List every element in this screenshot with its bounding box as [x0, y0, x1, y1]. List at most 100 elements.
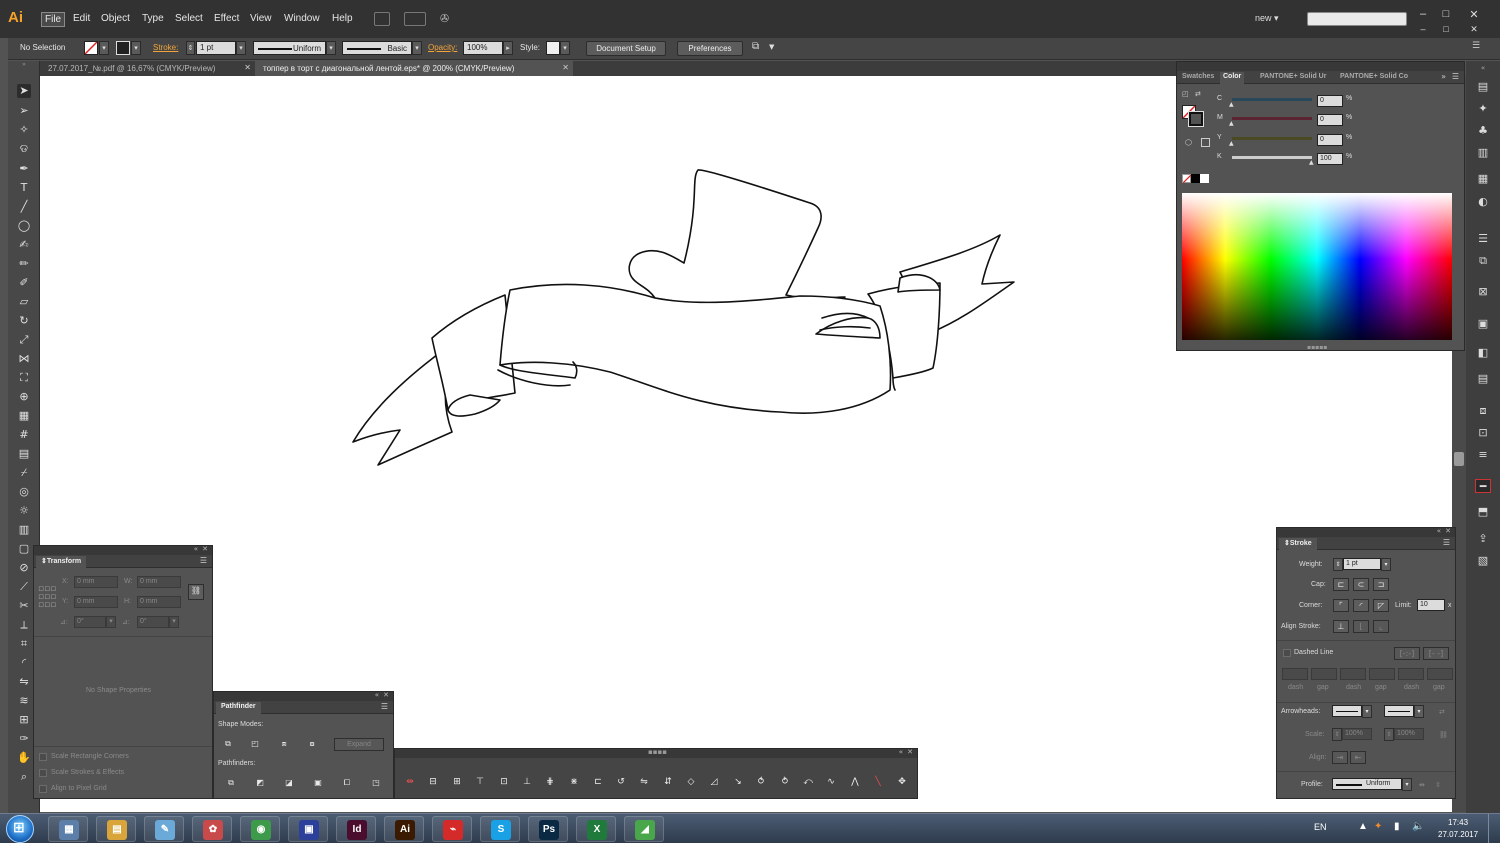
panel-menu-icon[interactable]: ☰	[1472, 41, 1480, 51]
close-icon[interactable]: ✕	[383, 691, 389, 699]
slice-tool-icon[interactable]: ⊘	[17, 561, 31, 575]
panel-menu-icon[interactable]: ☰	[381, 702, 388, 711]
transform-each-icon[interactable]: ⊞	[17, 713, 31, 727]
symbol-sprayer-tool-icon[interactable]: ☼	[17, 504, 31, 518]
dashed-line-checkbox[interactable]	[1283, 649, 1291, 657]
cut-path-icon[interactable]: ⤺	[801, 776, 815, 788]
swap-arrowheads-icon[interactable]: ⇄	[1439, 708, 1445, 716]
weight-dropdown[interactable]: ▾	[1381, 558, 1391, 571]
stroke-panel-icon[interactable]: ━	[1475, 479, 1491, 493]
white-swatch[interactable]	[1200, 174, 1209, 183]
eyedropper-alt-tool-icon[interactable]: ✑	[17, 732, 31, 746]
style-dropdown[interactable]: ▾	[560, 41, 570, 55]
knife-tool-icon[interactable]: ⟋	[17, 580, 31, 594]
miter-join-icon[interactable]: ⌜	[1333, 599, 1349, 612]
scale-end-field[interactable]: 100%	[1394, 728, 1424, 740]
tab-document-pdf[interactable]: 27.07.2017_№.pdf @ 16,67% (CMYK/Preview)…	[40, 61, 255, 76]
close-icon[interactable]: ✕	[907, 748, 913, 756]
limit-field[interactable]: 10	[1417, 599, 1445, 611]
appearance-icon[interactable]: ◧	[1475, 346, 1491, 360]
tab-color[interactable]: Color	[1220, 72, 1245, 84]
doc-close-button[interactable]: ✕	[1464, 24, 1484, 38]
image-trace-icon[interactable]: ⊠	[1475, 285, 1491, 299]
close-button[interactable]: ✕	[1464, 8, 1484, 22]
default-colors-icon[interactable]: ◰	[1182, 90, 1189, 98]
search-input[interactable]	[1307, 12, 1407, 26]
channel-value-field[interactable]: 0	[1317, 95, 1343, 107]
variable-width-profile[interactable]: Uniform	[253, 41, 326, 55]
weight-field[interactable]: 1 pt	[1343, 558, 1381, 570]
language-indicator[interactable]: EN	[1314, 822, 1327, 832]
menu-help[interactable]: Help	[332, 13, 353, 24]
arc-tool-icon[interactable]: ◜	[17, 656, 31, 670]
doc-maximize-button[interactable]: □	[1436, 24, 1456, 38]
tabs-overflow-icon[interactable]: »	[1441, 72, 1446, 81]
taskbar-photoshop[interactable]: Ps	[528, 816, 568, 842]
graphic-styles-icon[interactable]: ▥	[1475, 146, 1491, 160]
fill-swatch[interactable]	[84, 41, 98, 55]
scale-icon[interactable]: ◿	[707, 776, 721, 788]
dock-collapse-icon[interactable]: «	[1475, 61, 1491, 75]
perspective-grid-tool-icon[interactable]: ▦	[17, 409, 31, 423]
vertical-align-top-icon[interactable]: ⊤	[473, 776, 487, 788]
panel-menu-icon[interactable]: ☰	[1443, 538, 1450, 547]
taskbar-excel[interactable]: X	[576, 816, 616, 842]
constrain-proportions-icon[interactable]: ⛓	[188, 584, 204, 600]
menu-type[interactable]: Type	[142, 13, 164, 24]
start-button[interactable]: ⊞	[6, 815, 34, 843]
collapse-icon[interactable]: «	[375, 691, 379, 699]
paintbrush-tool-icon[interactable]: ✍	[17, 238, 31, 252]
shear-dropdown[interactable]: ▾	[169, 616, 179, 628]
free-transform-tool-icon[interactable]: ⛶	[17, 371, 31, 385]
scale-end-stepper[interactable]: ⇕	[1384, 728, 1394, 741]
clock-time[interactable]: 17:43	[1448, 818, 1468, 827]
color-spectrum[interactable]	[1182, 193, 1452, 340]
zoom-tool-icon[interactable]: ⌕	[17, 770, 31, 784]
move-icon[interactable]: ✥	[895, 776, 909, 788]
bevel-join-icon[interactable]: ◸	[1373, 599, 1389, 612]
arrow-tip-beyond-icon[interactable]: ⇥	[1332, 751, 1348, 764]
type-icon[interactable]: ≡	[1475, 448, 1491, 462]
brush-definition[interactable]: Basic	[342, 41, 412, 55]
tab-swatches[interactable]: Swatches	[1179, 72, 1217, 84]
menu-select[interactable]: Select	[175, 13, 203, 24]
reference-point-icon[interactable]: ▫▫▫ ▫▫▫ ▫▫▫	[38, 585, 56, 610]
rotate-field[interactable]: 0°	[74, 616, 106, 628]
flip-across-icon[interactable]: ⇳	[1435, 781, 1441, 789]
align-inside-icon[interactable]: ⌊	[1353, 620, 1369, 633]
simplify-icon[interactable]: ⋀	[848, 776, 862, 788]
transform-again-icon[interactable]: ↘	[731, 776, 745, 788]
menu-file[interactable]: File	[41, 12, 66, 27]
collapse-icon[interactable]: «	[194, 545, 198, 553]
collapse-icon[interactable]: «	[899, 748, 903, 756]
taskbar-explorer[interactable]: ▤	[96, 816, 136, 842]
panel-menu-icon[interactable]: ☰	[1452, 72, 1459, 81]
web-safe-icon[interactable]	[1201, 138, 1210, 147]
black-swatch[interactable]	[1191, 174, 1200, 183]
tray-app-icon[interactable]: ✦	[1374, 821, 1382, 832]
trim-icon[interactable]: ◩	[252, 777, 268, 790]
network-icon[interactable]: ▮	[1394, 821, 1400, 832]
scissors-tool-icon[interactable]: ✂	[17, 599, 31, 613]
rotate-dropdown[interactable]: ▾	[106, 616, 116, 628]
bridge-icon[interactable]	[374, 12, 390, 26]
butt-cap-icon[interactable]: ⊏	[1333, 578, 1349, 591]
horizontal-align-right-icon[interactable]: ⊞	[450, 776, 464, 788]
clock-date[interactable]: 27.07.2017	[1438, 830, 1478, 839]
close-icon[interactable]: ✕	[562, 63, 569, 72]
channel-value-field[interactable]: 100	[1317, 153, 1343, 165]
pixel-grid-checkbox[interactable]	[39, 785, 47, 793]
rotate-left-icon[interactable]: ↺	[614, 776, 628, 788]
gap-field[interactable]	[1311, 668, 1337, 680]
taskbar-calculator[interactable]: ▦	[48, 816, 88, 842]
reflect-horizontal-icon[interactable]: ⇋	[637, 776, 651, 788]
blend-tool-icon[interactable]: ◎	[17, 485, 31, 499]
rotate-tool-icon[interactable]: ↻	[17, 314, 31, 328]
menu-view[interactable]: View	[250, 13, 272, 24]
collapse-icon[interactable]: «	[1437, 527, 1441, 535]
stroke-weight-stepper[interactable]: ⇕	[186, 41, 195, 55]
taskbar-save-disk[interactable]: ▣	[288, 816, 328, 842]
unite-icon[interactable]: ⧉	[220, 738, 236, 751]
type-tool-icon[interactable]: T	[17, 181, 31, 195]
brushes-icon[interactable]: ✦	[1475, 102, 1491, 116]
